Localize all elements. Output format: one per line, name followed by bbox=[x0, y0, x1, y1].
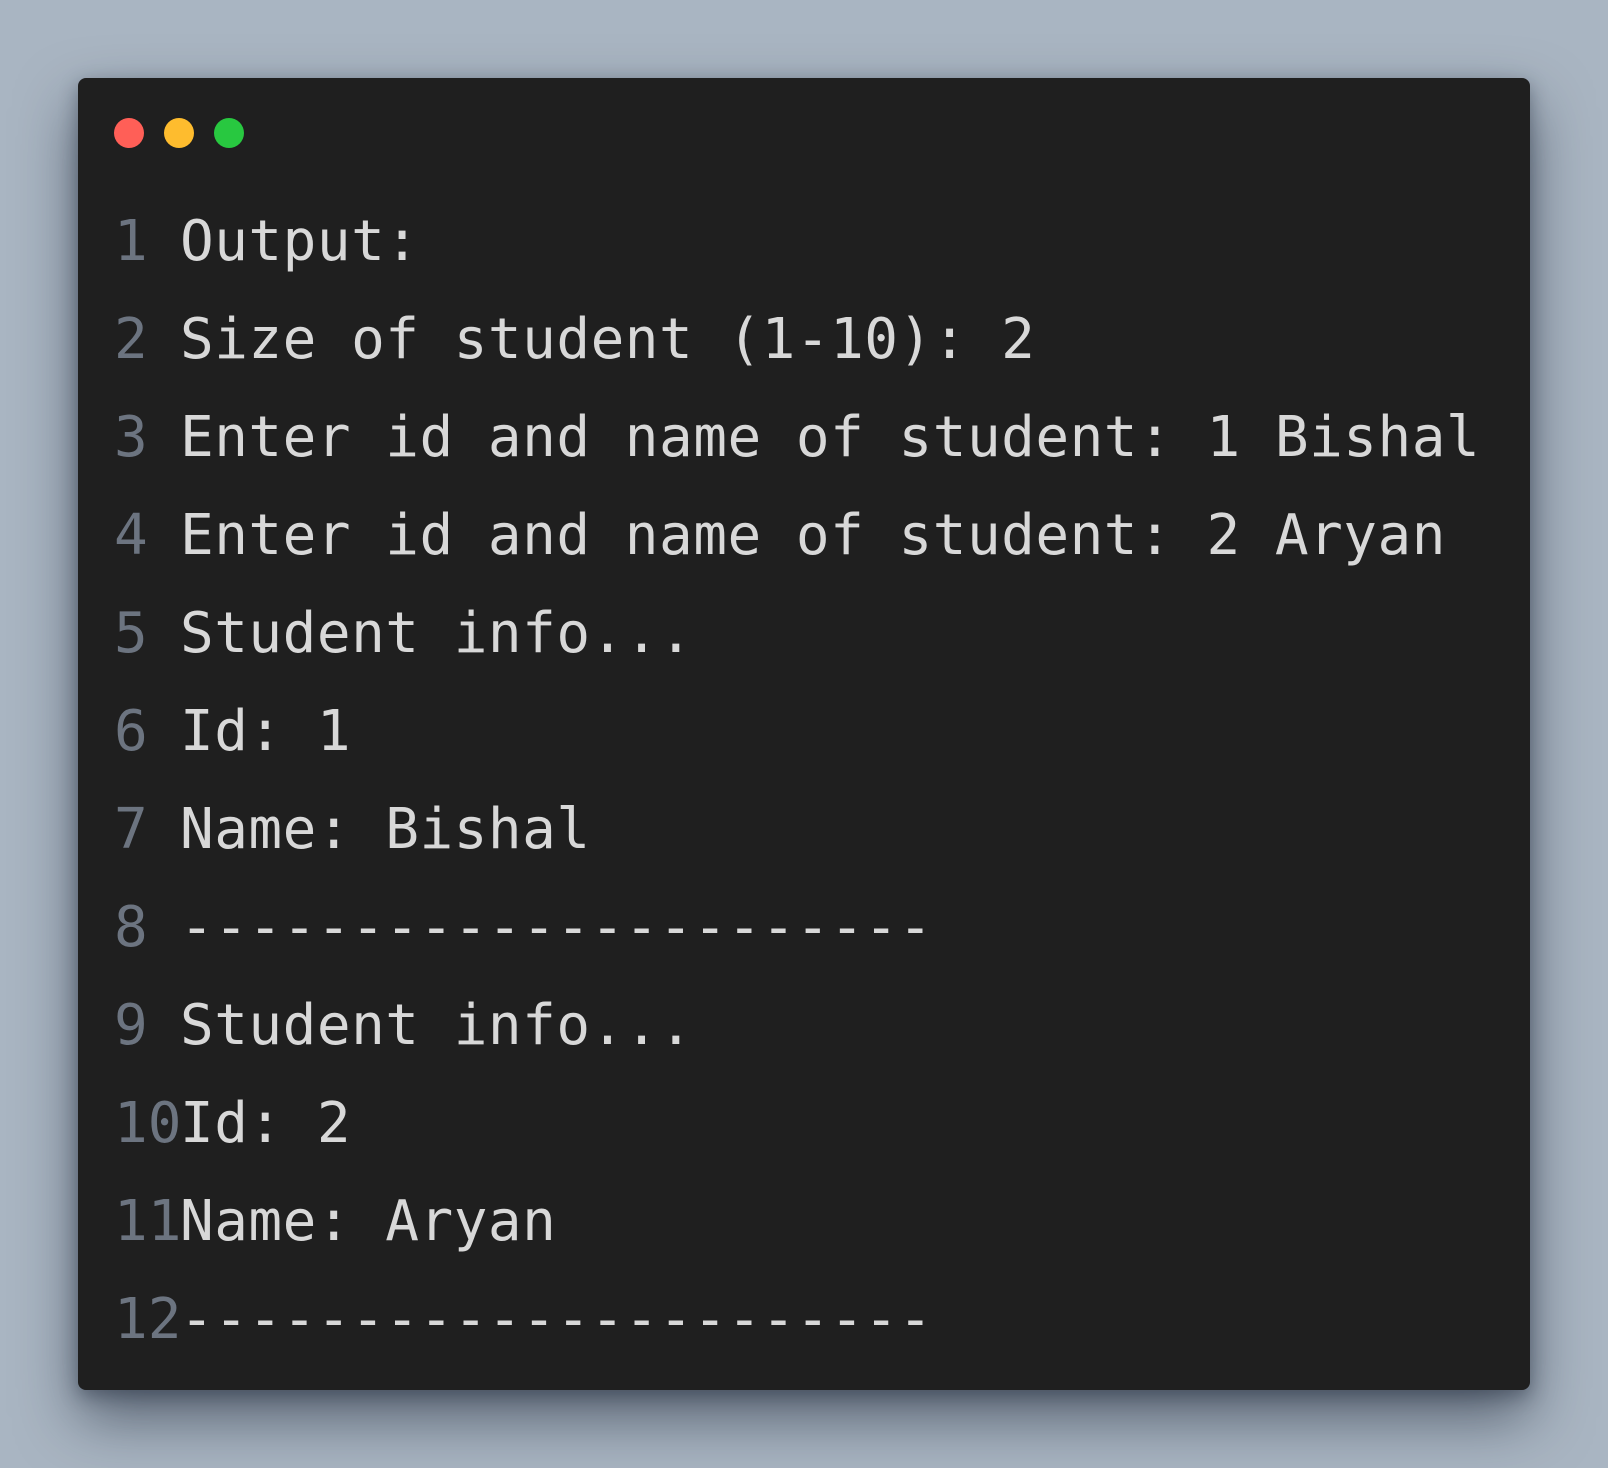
code-window: 1 Output: 2 Size of student (1-10): 2 3 … bbox=[78, 78, 1530, 1390]
code-block: 1 Output: 2 Size of student (1-10): 2 3 … bbox=[114, 193, 1480, 1369]
code-line: 2 Size of student (1-10): 2 bbox=[114, 291, 1480, 389]
line-number: 8 bbox=[114, 895, 148, 960]
line-number: 7 bbox=[114, 797, 148, 862]
code-line: 1 Output: bbox=[114, 193, 1480, 291]
code-line: 5 Student info... bbox=[114, 585, 1480, 683]
line-text: Id: 1 bbox=[180, 699, 352, 764]
line-number: 3 bbox=[114, 405, 148, 470]
line-text: Output: bbox=[180, 209, 420, 274]
line-number: 9 bbox=[114, 993, 148, 1058]
code-line: 12 ---------------------- bbox=[114, 1271, 1480, 1369]
line-number: 5 bbox=[114, 601, 148, 666]
line-text: Enter id and name of student: 2 Aryan bbox=[180, 503, 1446, 568]
line-text: Student info... bbox=[180, 601, 694, 666]
line-number: 2 bbox=[114, 307, 148, 372]
maximize-window-button[interactable] bbox=[214, 118, 244, 148]
window-titlebar bbox=[114, 118, 264, 148]
line-text: Student info... bbox=[180, 993, 694, 1058]
code-line: 9 Student info... bbox=[114, 977, 1480, 1075]
code-line: 6 Id: 1 bbox=[114, 683, 1480, 781]
line-text: Size of student (1-10): 2 bbox=[180, 307, 1036, 372]
line-number: 6 bbox=[114, 699, 148, 764]
line-text: ---------------------- bbox=[180, 1287, 933, 1352]
code-line: 4 Enter id and name of student: 2 Aryan bbox=[114, 487, 1480, 585]
code-line: 11 Name: Aryan bbox=[114, 1173, 1480, 1271]
close-window-button[interactable] bbox=[114, 118, 144, 148]
code-line: 3 Enter id and name of student: 1 Bishal bbox=[114, 389, 1480, 487]
line-number: 4 bbox=[114, 503, 148, 568]
line-text: Name: Bishal bbox=[180, 797, 591, 862]
line-number: 1 bbox=[114, 209, 148, 274]
minimize-window-button[interactable] bbox=[164, 118, 194, 148]
code-line: 8 ---------------------- bbox=[114, 879, 1480, 977]
line-text: Name: Aryan bbox=[180, 1189, 557, 1254]
line-text: Enter id and name of student: 1 Bishal bbox=[180, 405, 1481, 470]
code-line: 10 Id: 2 bbox=[114, 1075, 1480, 1173]
line-text: Id: 2 bbox=[180, 1091, 352, 1156]
line-number: 10 bbox=[114, 1091, 182, 1156]
code-line: 7 Name: Bishal bbox=[114, 781, 1480, 879]
line-number: 12 bbox=[114, 1287, 182, 1352]
line-number: 11 bbox=[114, 1189, 182, 1254]
line-text: ---------------------- bbox=[180, 895, 933, 960]
